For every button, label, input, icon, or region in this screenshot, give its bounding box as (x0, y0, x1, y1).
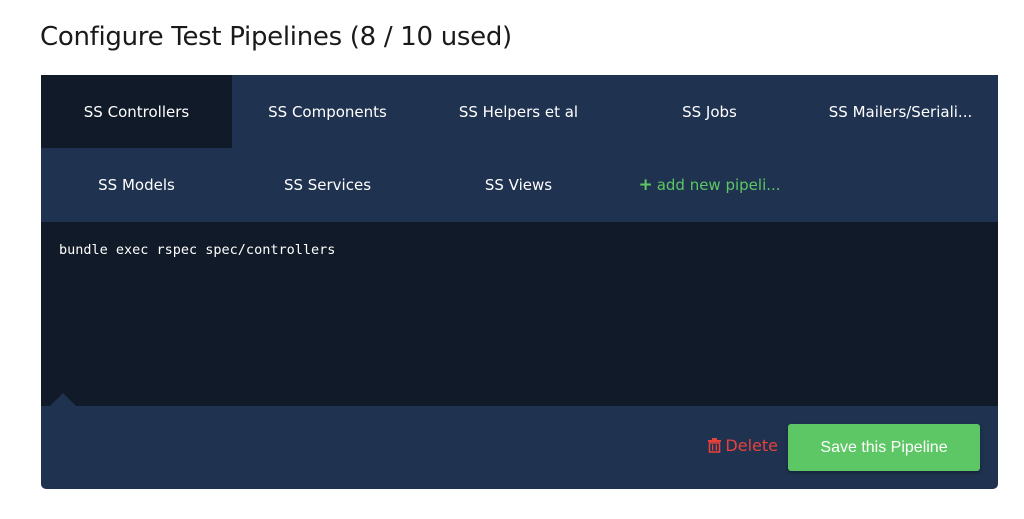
tab-ss-components[interactable]: SS Components (232, 75, 423, 148)
pipeline-tabs: SS Controllers SS Components SS Helpers … (41, 75, 998, 222)
tab-ss-jobs[interactable]: SS Jobs (614, 75, 805, 148)
tab-ss-services[interactable]: SS Services (232, 148, 423, 221)
delete-button[interactable]: Delete (708, 436, 778, 455)
tab-ss-models[interactable]: SS Models (41, 148, 232, 221)
active-tab-caret (50, 393, 76, 406)
delete-label: Delete (725, 436, 778, 455)
pipeline-command-input[interactable]: bundle exec rspec spec/controllers (41, 222, 998, 406)
tab-ss-helpers[interactable]: SS Helpers et al (423, 75, 614, 148)
tab-ss-views[interactable]: SS Views (423, 148, 614, 221)
plus-icon: + (638, 174, 653, 195)
pipeline-footer: Delete Save this Pipeline (41, 406, 998, 489)
add-pipeline-tab[interactable]: + add new pipeli... (614, 148, 805, 221)
page-title: Configure Test Pipelines (8 / 10 used) (40, 22, 512, 52)
trash-icon (708, 438, 722, 453)
tab-ss-mailers[interactable]: SS Mailers/Seriali... (805, 75, 996, 148)
save-pipeline-button[interactable]: Save this Pipeline (788, 424, 980, 471)
pipeline-panel: SS Controllers SS Components SS Helpers … (41, 75, 998, 489)
add-pipeline-label: add new pipeli... (656, 175, 781, 194)
tab-ss-controllers[interactable]: SS Controllers (41, 75, 232, 148)
